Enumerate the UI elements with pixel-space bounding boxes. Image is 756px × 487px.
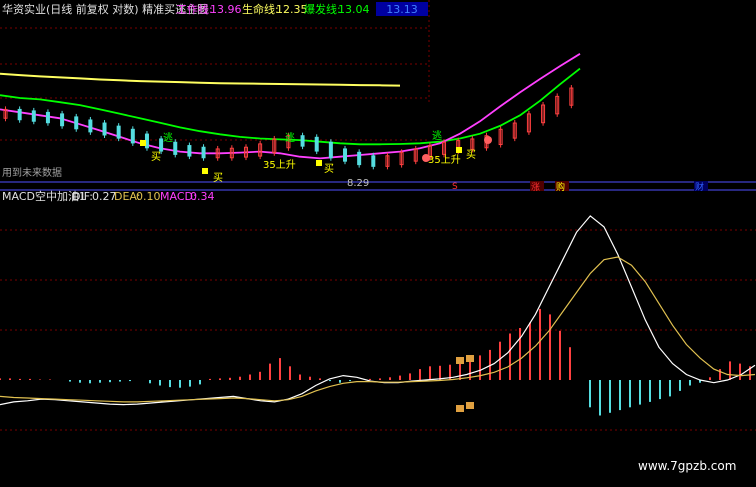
candle-body (371, 155, 376, 167)
life-line-value: 12.35 (276, 3, 308, 16)
signal-escape-2: 逃 (285, 131, 295, 144)
candle-body (173, 141, 178, 155)
signal-buy-3: 买 (324, 163, 334, 175)
signal-rise-1: 35上升 (263, 159, 296, 171)
macd-value: 0.34 (190, 190, 215, 203)
axis-mark-gou: 购 (556, 181, 565, 193)
marker-1 (456, 357, 464, 364)
candle-body (31, 110, 36, 122)
signal-dot-3 (316, 160, 322, 166)
candle-body (201, 146, 206, 159)
signal-dot-1 (140, 140, 146, 146)
candle-body (60, 113, 65, 127)
signal-rise-2: 35上升 (428, 154, 461, 166)
candle-body (74, 116, 79, 130)
signal-low-price: 8.29 (347, 178, 369, 189)
work-line-label: 工作线: (176, 2, 213, 16)
work-line-value: 13.96 (210, 3, 242, 16)
signal-ball-2 (484, 136, 492, 144)
signal-ball-1 (422, 154, 430, 162)
stock-chart: 华资实业(日线 前复权 对数) 精准买逃主图 工作线: 13.96 生命线: 1… (0, 0, 756, 487)
candle-body (343, 148, 348, 162)
price-tag-value: 13.13 (386, 3, 418, 16)
candle-body (357, 151, 362, 166)
candle-body (187, 145, 192, 157)
signal-buy-1: 买 (151, 151, 161, 163)
life-line-label: 生命线: (242, 2, 279, 16)
dif-value: 0.27 (92, 190, 117, 203)
watermark: www.7gpzb.com (638, 459, 736, 473)
candle-body (314, 136, 319, 152)
burst-line-value: 13.04 (338, 3, 370, 16)
candle-body (88, 119, 93, 133)
axis-mark-s: S (452, 182, 458, 192)
marker-3 (456, 405, 464, 412)
dif-label: DIF: (72, 190, 93, 203)
signal-buy-4: 买 (466, 149, 476, 161)
candle-body (116, 125, 121, 139)
signal-escape-1: 逃 (163, 131, 173, 144)
candle-body (102, 122, 107, 136)
candle-body (130, 128, 135, 144)
chart-background (0, 0, 756, 487)
burst-line-label: 爆发线: (304, 2, 341, 16)
candle-body (45, 111, 50, 124)
signal-dot-2 (202, 168, 208, 174)
signal-dot-4 (456, 147, 462, 153)
axis-mark-zhang: 涨 (531, 182, 540, 193)
dea-value: 0.10 (136, 190, 161, 203)
future-data-note: 用到未来数据 (2, 166, 62, 179)
marker-4 (466, 402, 474, 409)
candle-body (328, 141, 333, 159)
axis-mark-cai: 财 (695, 181, 704, 193)
marker-2 (466, 355, 474, 362)
signal-escape-3: 逃 (432, 129, 442, 142)
signal-buy-2: 买 (213, 172, 223, 184)
candle-body (300, 135, 305, 147)
candle-body (17, 108, 22, 121)
